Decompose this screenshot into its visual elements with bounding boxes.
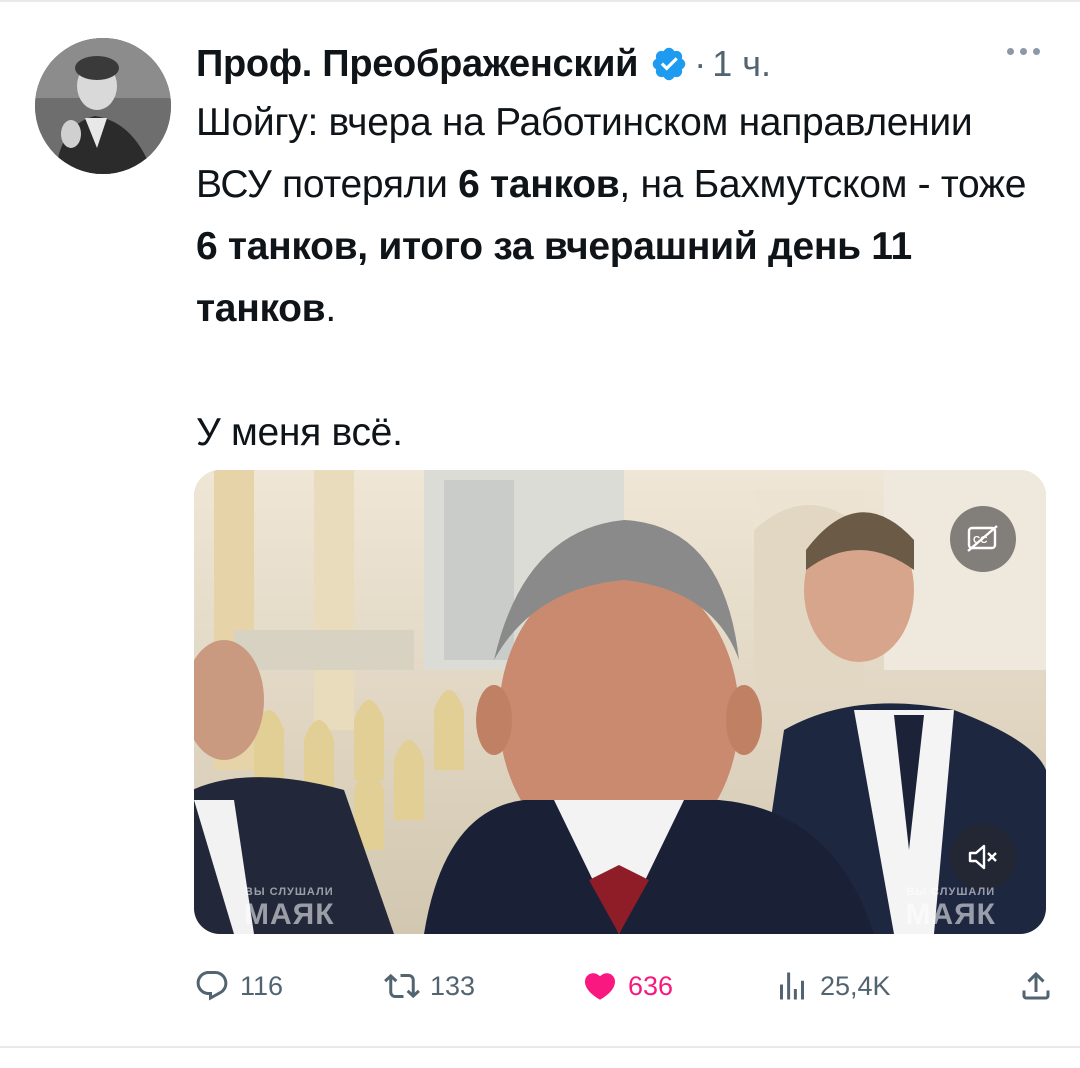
like-button[interactable]: 636 [582,958,673,1014]
view-count: 25,4K [820,970,891,1001]
video-watermark-left: ВЫ СЛУШАЛИ МАЯК [244,886,335,932]
retweet-button[interactable]: 133 [384,958,475,1014]
watermark-caption: ВЫ СЛУШАЛИ [906,886,996,898]
tweet-time[interactable]: 1 ч. [712,43,771,85]
tweet-text-bold: 6 танков [458,163,620,206]
tweet-text-segment: , на Бахмутском - тоже [619,163,1027,206]
bottom-divider [0,1046,1080,1048]
heart-icon [584,973,616,1000]
video-frame [194,470,1046,934]
more-dots-icon[interactable] [1007,48,1040,55]
views-button[interactable]: 25,4K [774,958,891,1014]
captions-off-icon[interactable]: CC [950,506,1016,572]
muted-speaker-icon[interactable] [950,824,1016,890]
reply-count: 116 [240,970,284,1001]
watermark-logo: МАЯК [244,898,335,931]
verified-badge-icon [650,45,688,83]
avatar[interactable] [35,38,171,174]
reply-bubble-icon [196,971,228,1001]
top-divider [0,0,1080,2]
tweet-body: Шойгу: вчера на Работинском направлении … [196,92,1056,464]
tweet-text-bold: 6 танков, итого за вчерашний день 11 тан… [196,225,912,330]
video-player[interactable]: CC ВЫ СЛУШАЛИ МАЯК ВЫ СЛУШАЛИ МАЯК [194,470,1046,934]
tweet-paragraph-1: Шойгу: вчера на Работинском направлении … [196,92,1056,340]
reply-button[interactable]: 116 [194,958,283,1014]
tweet-header: Проф. Преображенский · 1 ч. [196,34,1040,94]
avatar-image [35,38,171,174]
views-chart-icon [780,972,804,1000]
tweet-paragraph-2: У меня всё. [196,411,403,454]
watermark-logo: МАЯК [905,898,996,931]
like-count: 636 [628,970,674,1001]
share-button[interactable] [1018,958,1054,1014]
author-name[interactable]: Проф. Преображенский [196,43,639,86]
retweet-icon [384,973,420,999]
time-separator: · [694,43,707,84]
tweet-actions: 116 133 636 25,4K [194,958,1050,1014]
retweet-count: 133 [430,970,476,1001]
video-watermark-right: ВЫ СЛУШАЛИ МАЯК [905,886,996,932]
tweet-text-segment: . [325,287,336,330]
watermark-caption: ВЫ СЛУШАЛИ [244,886,334,898]
share-icon [1022,971,1050,1000]
